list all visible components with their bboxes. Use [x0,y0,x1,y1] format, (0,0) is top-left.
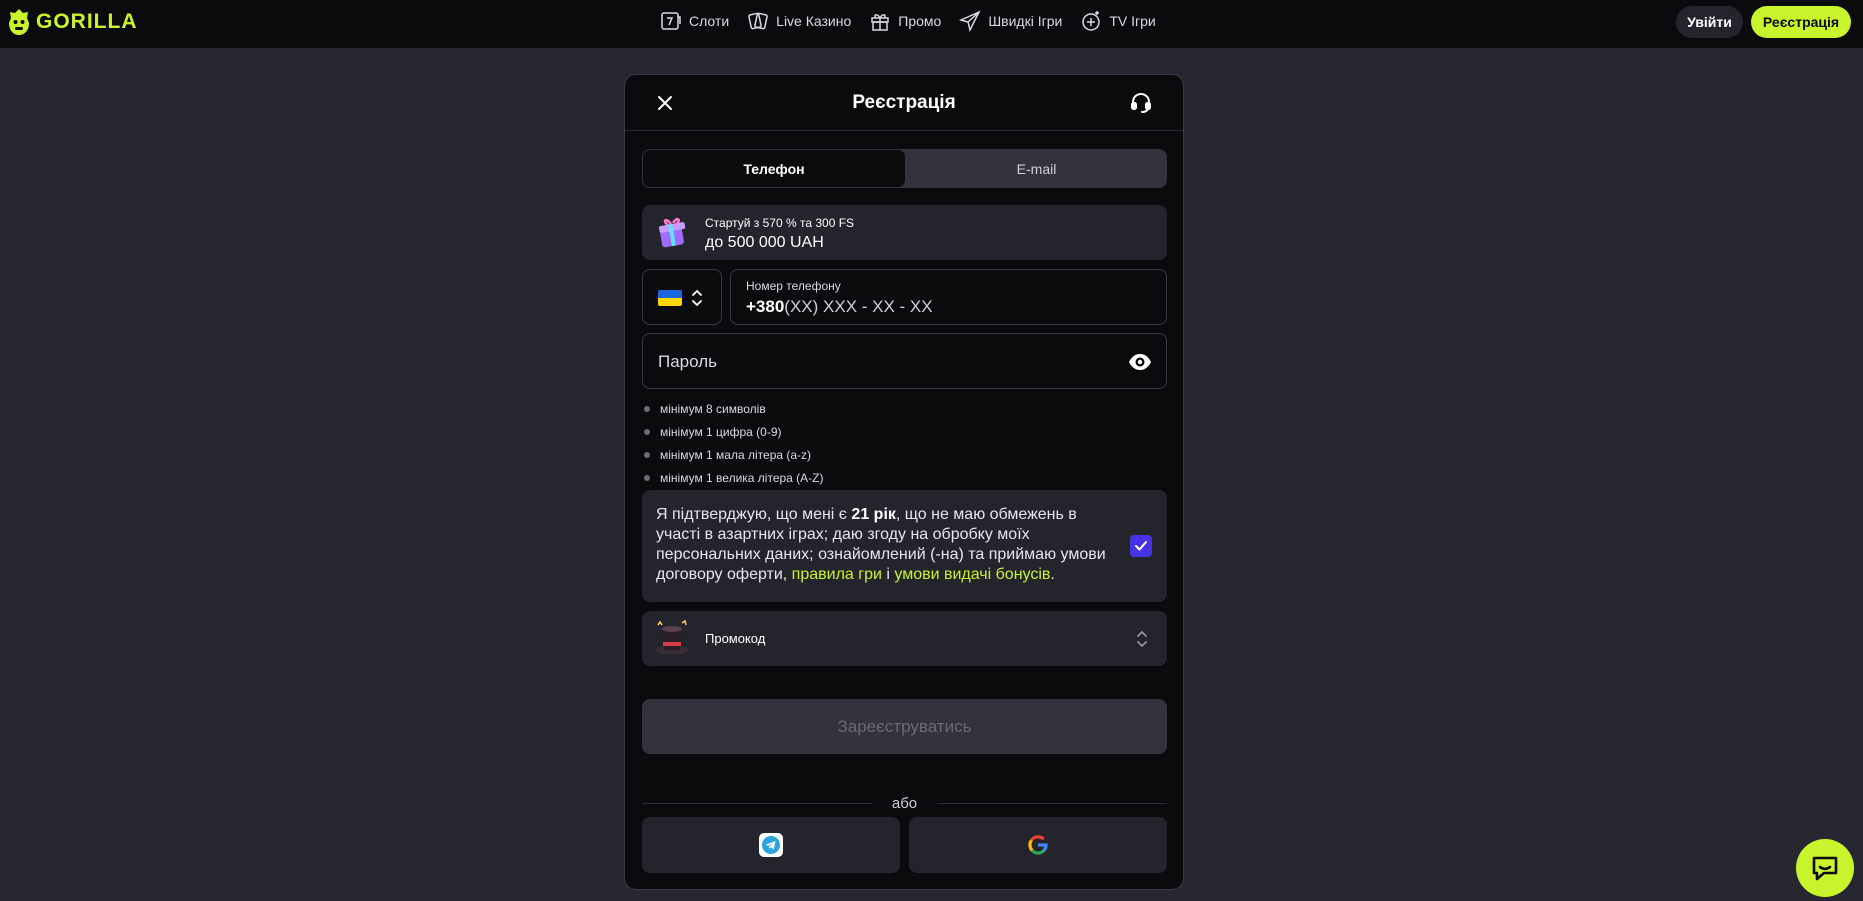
registration-method-tabs: Телефон E-mail [642,149,1167,188]
gift-box-icon [658,217,686,248]
nav-promo[interactable]: Промо [869,10,941,32]
password-rule: мінімум 1 мала літера (a-z) [644,443,824,466]
modal-title: Реєстрація [852,92,956,113]
nav-fast-games-label: Швидкі Ігри [988,13,1063,29]
terms-checkbox[interactable] [1130,535,1152,557]
password-rule: мінімум 1 цифра (0-9) [644,420,824,443]
consent-text-part: . [1050,566,1055,583]
password-rules: мінімум 8 символів мінімум 1 цифра (0-9)… [644,397,824,489]
nav-slots[interactable]: Слоти [660,10,729,32]
registration-modal: Реєстрація Телефон E-mail Стартуй з 570 … [624,74,1184,890]
nav-fast-games[interactable]: Швидкі Ігри [959,10,1062,32]
telegram-icon [759,833,783,857]
main-nav: Слоти Live Казино Промо Швидкі Ігри TV І… [660,10,1156,32]
password-rule-text: мінімум 1 цифра (0-9) [660,424,782,439]
chevron-up-down-icon [692,290,702,306]
bonus-terms-link[interactable]: умови видачі бонусів [894,566,1050,583]
password-rule-text: мінімум 8 символів [660,401,766,416]
magic-hat-icon [656,619,688,655]
bullet-dot-icon [644,428,650,435]
nav-slots-label: Слоти [689,13,730,29]
terms-consent-text: Я підтверджую, що мені є 21 рік, що не м… [656,505,1112,585]
bonus-amount: до 500 000 UAH [705,234,824,251]
password-rule-text: мінімум 1 велика літера (A-Z) [660,470,824,485]
promo-code-label: Промокод [705,631,766,646]
live-chat-button[interactable] [1796,839,1854,897]
game-rules-link[interactable]: правила гри [792,566,882,583]
welcome-bonus-banner: Стартуй з 570 % та 300 FS до 500 000 UAH [642,205,1167,260]
submit-register-button[interactable]: Зареєструватись [642,699,1167,754]
country-code-select[interactable] [642,269,722,325]
tab-phone[interactable]: Телефон [643,150,905,187]
slot-icon [661,12,681,30]
top-bar: GORILLA Слоти Live Казино Промо Швидкі І… [0,0,1863,48]
chevron-up-down-icon [1137,631,1147,647]
bullet-dot-icon [644,451,650,458]
google-login-button[interactable] [909,817,1167,873]
divider-line [937,803,1167,804]
gift-icon [871,14,890,31]
login-button[interactable]: Увійти [1676,6,1743,38]
chat-bubble-icon [1812,856,1838,881]
nav-tv-games[interactable]: TV Ігри [1080,10,1156,32]
promo-code-toggle[interactable]: Промокод [642,611,1167,666]
consent-text-part: Я підтверджую, що мені є [656,506,852,523]
nav-live-casino[interactable]: Live Казино [747,10,851,32]
tv-games-icon [1082,11,1101,31]
plane-icon [959,10,981,32]
password-rule: мінімум 8 символів [644,397,824,420]
ukraine-flag-icon [658,290,682,306]
phone-number-label: Номер телефону [746,279,841,293]
phone-number-input[interactable]: Номер телефону +380(XX) XXX - XX - XX [730,269,1167,325]
password-placeholder: Пароль [658,352,717,371]
eye-icon[interactable] [1128,350,1152,374]
password-rule: мінімум 1 велика літера (A-Z) [644,466,824,489]
telegram-login-button[interactable] [642,817,900,873]
logo[interactable]: GORILLA [8,8,138,36]
nav-tv-games-label: TV Ігри [1109,13,1156,29]
password-rule-text: мінімум 1 мала літера (a-z) [660,447,812,462]
bonus-headline: Стартуй з 570 % та 300 FS [705,216,855,230]
google-icon [1028,835,1048,855]
or-divider: або [642,795,1167,812]
headset-support-icon[interactable] [1129,91,1153,115]
phone-mask: (XX) XXX - XX - XX [784,297,933,316]
tab-email[interactable]: E-mail [906,149,1167,188]
cards-icon [748,12,768,30]
password-input[interactable]: Пароль [642,333,1167,389]
age-requirement: 21 рік [851,506,896,523]
modal-header: Реєстрація [625,75,1183,131]
bullet-dot-icon [644,474,650,481]
checkmark-icon [1135,541,1147,551]
gorilla-logo-icon [9,9,29,35]
phone-prefix: +380 [746,297,785,316]
bullet-dot-icon [644,405,650,412]
phone-number-value: +380(XX) XXX - XX - XX [746,297,933,317]
logo-text: GORILLA [36,10,138,33]
consent-text-part: і [881,566,895,583]
terms-consent-box: Я підтверджую, що мені є 21 рік, що не м… [642,490,1167,602]
nav-live-casino-label: Live Казино [776,13,852,29]
nav-promo-label: Промо [898,13,942,29]
register-button[interactable]: Реєстрація [1751,6,1851,38]
